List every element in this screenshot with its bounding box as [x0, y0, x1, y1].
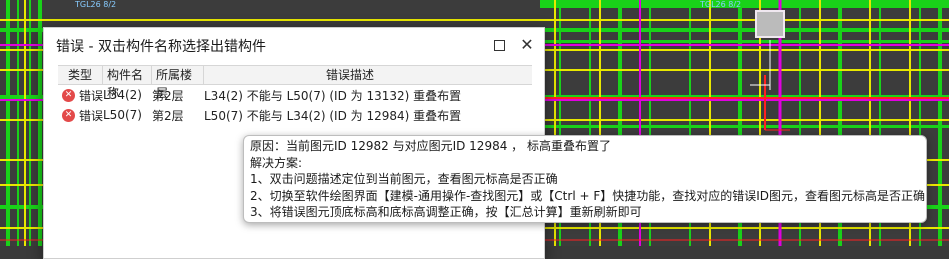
row-floor: 第2层 — [152, 88, 184, 103]
row-name[interactable]: L50(7) — [103, 108, 152, 122]
column-header-floor[interactable]: 所属楼层 — [152, 66, 204, 100]
column-header-name[interactable]: 构件名称 — [103, 66, 152, 100]
maximize-button[interactable] — [488, 34, 510, 56]
row-type: 错误 — [79, 108, 104, 123]
row-name[interactable]: L34(2) — [103, 88, 152, 102]
dialog-title: 错误 - 双击构件名称选择出错构件 — [56, 39, 266, 55]
cad-label-b: TGL26 8/2 — [699, 0, 741, 9]
table-header: 类型 构件名称 所属楼层 错误描述 — [58, 65, 532, 100]
column-header-desc[interactable]: 错误描述 — [204, 66, 532, 84]
close-button[interactable]: ✕ — [516, 34, 538, 56]
tooltip-solution-heading: 解决方案: — [250, 155, 303, 170]
row-desc[interactable]: L50(7) 不能与 L34(2) (ID 为 12984) 重叠布置 — [204, 107, 532, 124]
column-header-type[interactable]: 类型 — [58, 66, 103, 84]
error-icon: ✕ — [62, 88, 75, 102]
row-desc[interactable]: L34(2) 不能与 L50(7) (ID 为 13132) 重叠布置 — [204, 87, 532, 104]
tooltip-step-2: 2、切换至软件绘图界面【建模-通用操作-查找图元】或【Ctrl + F】快捷功能… — [250, 188, 926, 203]
tooltip-step-1: 1、双击问题描述定位到当前图元，查看图元标高是否正确 — [250, 172, 558, 186]
cad-block — [757, 12, 783, 36]
error-tooltip: 原因：当前图元ID 12982 与对应图元ID 12984 ， 标高重叠布置了 … — [243, 135, 927, 223]
close-icon: ✕ — [520, 35, 534, 54]
cad-block — [540, 125, 949, 128]
tooltip-step-3: 3、将错误图元顶底标高和底标高调整正确，按【汇总计算】重新刷新即可 — [250, 205, 642, 219]
table-row[interactable]: ✕ 错误 L34(2) 第2层 L34(2) 不能与 L50(7) (ID 为 … — [58, 85, 532, 105]
tooltip-reason: 原因：当前图元ID 12982 与对应图元ID 12984 ， 标高重叠布置了 — [250, 139, 611, 153]
maximize-icon — [493, 39, 505, 51]
row-floor: 第2层 — [152, 108, 184, 123]
error-icon: ✕ — [62, 108, 75, 122]
cad-label-a: TGL26 8/2 — [74, 0, 116, 9]
row-type: 错误 — [79, 88, 104, 103]
table-row[interactable]: ✕ 错误 L50(7) 第2层 L50(7) 不能与 L34(2) (ID 为 … — [58, 105, 532, 125]
cad-block — [540, 40, 949, 43]
cad-block — [540, 0, 949, 8]
error-table: 类型 构件名称 所属楼层 错误描述 ✕ 错误 L34(2) 第2层 L34(2)… — [58, 65, 532, 125]
